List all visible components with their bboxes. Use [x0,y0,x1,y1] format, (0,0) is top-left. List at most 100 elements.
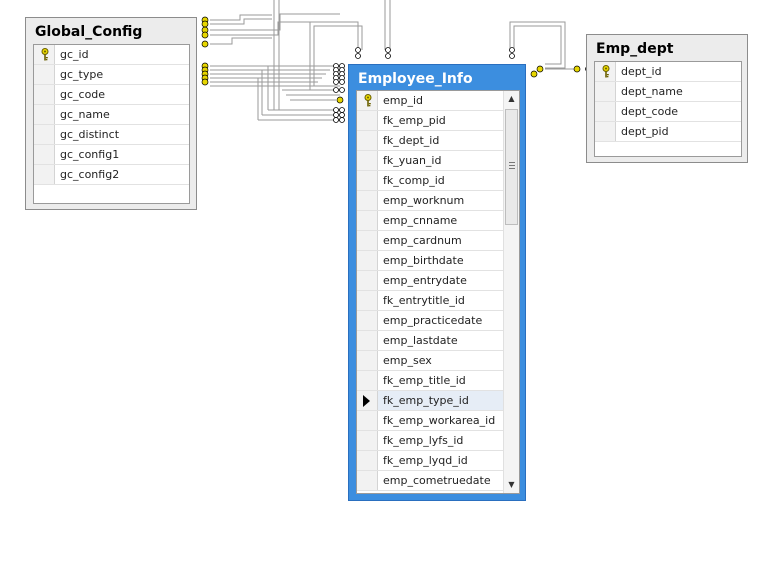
row-selector[interactable] [357,411,378,430]
column-grid: dept_id dept_name dept_code dept_pid [594,61,742,157]
row-selector[interactable] [595,122,616,141]
row-selector[interactable] [34,145,55,164]
row-selector[interactable] [357,451,378,470]
row-selector[interactable] [357,111,378,130]
column-name: fk_dept_id [383,134,440,147]
column-name: emp_cardnum [383,234,462,247]
column-row[interactable]: emp_cnname [357,211,504,231]
table-title: Employee_Info [358,71,473,87]
column-grid: emp_id fk_emp_pid fk_dept_id fk_yuan_id fk_c… [356,90,520,494]
column-name: fk_emp_workarea_id [383,414,496,427]
column-name: emp_cnname [383,214,458,227]
column-row[interactable]: emp_cardnum [357,231,504,251]
column-row[interactable]: fk_emp_lyqd_id [357,451,504,471]
column-row[interactable]: gc_config1 [34,145,189,165]
column-row[interactable]: gc_name [34,105,189,125]
row-selector[interactable] [357,231,378,250]
column-row[interactable]: dept_code [595,102,741,122]
column-row[interactable]: emp_sex [357,351,504,371]
column-name: emp_practicedate [383,314,483,327]
row-selector[interactable] [357,331,378,350]
column-name: gc_distinct [60,128,120,141]
row-selector[interactable] [357,251,378,270]
primary-key-icon [602,65,610,78]
column-row[interactable]: gc_code [34,85,189,105]
vertical-scrollbar[interactable]: ▲ ▼ [503,91,519,493]
column-row[interactable]: fk_emp_pid [357,111,504,131]
column-name: dept_id [621,65,662,78]
table-emp-dept[interactable]: Emp_dept dept_id dept_name dept_code dept_p… [586,34,748,163]
row-selector[interactable] [34,45,55,64]
column-name: gc_type [60,68,104,81]
column-row[interactable]: fk_emp_type_id [357,391,504,411]
row-selector[interactable] [357,151,378,170]
column-name: fk_emp_lyfs_id [383,434,464,447]
column-row[interactable]: dept_id [595,62,741,82]
column-row[interactable]: emp_practicedate [357,311,504,331]
row-selector[interactable] [595,82,616,101]
column-name: fk_emp_pid [383,114,446,127]
column-name: emp_cometruedate [383,474,491,487]
column-row[interactable]: emp_birthdate [357,251,504,271]
column-name: gc_code [60,88,106,101]
column-name: fk_emp_lyqd_id [383,454,468,467]
row-selector[interactable] [357,191,378,210]
row-selector[interactable] [357,431,378,450]
row-selector[interactable] [357,371,378,390]
column-name: dept_pid [621,125,669,138]
column-row[interactable]: fk_comp_id [357,171,504,191]
row-selector[interactable] [595,102,616,121]
table-employee-info[interactable]: Employee_Info emp_id fk_emp_pid fk_dept_id… [348,64,526,501]
column-row[interactable]: gc_distinct [34,125,189,145]
column-row[interactable]: gc_type [34,65,189,85]
column-name: emp_entrydate [383,274,467,287]
column-name: gc_name [60,108,110,121]
column-row[interactable]: gc_id [34,45,189,65]
row-selector[interactable] [357,131,378,150]
row-selector[interactable] [357,471,378,490]
column-row[interactable]: dept_name [595,82,741,102]
scroll-up-button[interactable]: ▲ [504,92,519,106]
column-row[interactable]: emp_worknum [357,191,504,211]
row-selector[interactable] [34,165,55,184]
column-row[interactable]: emp_cometruedate [357,471,504,491]
column-row[interactable]: fk_entrytitle_id [357,291,504,311]
column-row[interactable]: emp_lastdate [357,331,504,351]
table-global-config[interactable]: Global_Config gc_id gc_type gc_code gc_name… [25,17,197,210]
column-row[interactable]: fk_emp_title_id [357,371,504,391]
column-name: emp_sex [383,354,432,367]
row-selector[interactable] [357,311,378,330]
column-row[interactable]: dept_pid [595,122,741,142]
row-selector[interactable] [34,65,55,84]
row-selector[interactable] [357,391,378,410]
column-name: fk_comp_id [383,174,445,187]
row-selector[interactable] [357,91,378,110]
row-selector[interactable] [357,171,378,190]
column-name: dept_code [621,105,679,118]
row-selector[interactable] [34,125,55,144]
column-name: emp_birthdate [383,254,464,267]
column-row[interactable]: gc_config2 [34,165,189,185]
row-selector[interactable] [357,291,378,310]
column-name: gc_config2 [60,168,120,181]
primary-key-icon [364,94,372,107]
row-selector[interactable] [357,271,378,290]
row-selector[interactable] [357,351,378,370]
table-title: Global_Config [35,24,143,40]
row-selector[interactable] [357,211,378,230]
column-grid: gc_id gc_type gc_code gc_name gc_distinct gc_… [33,44,190,204]
column-row[interactable]: fk_dept_id [357,131,504,151]
row-selector[interactable] [34,105,55,124]
column-name: fk_emp_type_id [383,394,469,407]
scroll-thumb[interactable] [505,109,518,225]
column-row[interactable]: fk_yuan_id [357,151,504,171]
scroll-down-button[interactable]: ▼ [504,478,519,492]
column-row[interactable]: emp_entrydate [357,271,504,291]
column-row[interactable]: fk_emp_workarea_id [357,411,504,431]
row-pointer-icon [363,395,370,407]
column-row[interactable]: emp_id [357,91,504,111]
row-selector[interactable] [34,85,55,104]
column-row[interactable]: fk_emp_lyfs_id [357,431,504,451]
row-selector[interactable] [595,62,616,81]
column-name: emp_lastdate [383,334,458,347]
